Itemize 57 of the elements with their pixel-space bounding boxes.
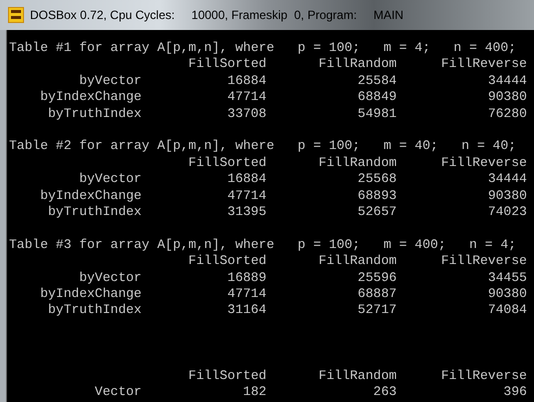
table-cell-text: 68887	[356, 286, 397, 302]
row-label: byTruthIndex	[46, 204, 142, 220]
row-label: byVector	[78, 171, 142, 188]
table-cell-text: 68849	[356, 89, 397, 106]
column-header: FillReverse	[440, 368, 527, 384]
table-cell-text: 263	[372, 384, 397, 401]
table-cell-text: 33708	[226, 106, 266, 122]
column-header: FillReverse	[440, 154, 527, 172]
table-heading: Table #1 for array A[p,m,n], where p = 100; m = 4; n = 400;	[9, 40, 516, 56]
column-header: FillRandom	[318, 56, 397, 73]
row-label: byIndexChange	[39, 89, 142, 106]
table-cell-text: 16889	[226, 270, 266, 286]
table-cell-text: 90380	[486, 188, 527, 204]
table-cell-text: 34444	[486, 171, 527, 188]
column-header: FillSorted	[187, 253, 266, 270]
column-header: FillReverse	[440, 56, 527, 73]
column-header: FillRandom	[318, 253, 397, 270]
table-cell-text: 74023	[486, 204, 527, 220]
table-cell-text: 34455	[486, 270, 527, 286]
table-cell-text: 34444	[486, 72, 527, 90]
window-title: DOSBox 0.72, Cpu Cycles: 10000, Frameskip 0, Program: MAIN	[30, 8, 404, 22]
row-label: byIndexChange	[39, 188, 142, 204]
table-cell-text: 47714	[226, 286, 266, 302]
table-cell-text: 54981	[356, 106, 397, 122]
column-header: FillRandom	[318, 154, 397, 172]
table-cell-text: 16884	[226, 72, 266, 90]
table-cell-text: 182	[242, 384, 266, 401]
table-cell-text: 90380	[486, 286, 527, 302]
row-label: Vector	[94, 384, 142, 401]
dosbox-logo-icon	[8, 7, 24, 23]
table-heading: Table #3 for array A[p,m,n], where p = 100; m = 400; n = 4;	[9, 236, 516, 254]
table-cell-text: 31164	[226, 302, 266, 319]
column-header: FillSorted	[187, 154, 266, 172]
table-cell-text: 74084	[486, 302, 527, 319]
table-cell-text: 396	[502, 384, 527, 401]
table-cell-text: 76280	[486, 106, 527, 122]
table-cell-text: 16884	[226, 171, 266, 188]
column-header: FillSorted	[187, 368, 266, 384]
table-cell-text: 31395	[226, 204, 266, 220]
row-label: byTruthIndex	[46, 302, 142, 319]
table-cell-text: 47714	[226, 89, 266, 106]
table-cell-text: 25596	[356, 270, 397, 286]
table-cell-text: 25568	[356, 171, 397, 188]
table-cell-text: 52717	[356, 302, 397, 319]
table-cell-text: 90380	[486, 89, 527, 106]
column-header: FillSorted	[187, 56, 266, 73]
row-label: byVector	[78, 270, 142, 286]
row-label: byIndexChange	[39, 286, 142, 302]
row-label: byVector	[78, 72, 142, 90]
table-cell-text: 68893	[356, 188, 397, 204]
table-cell-text: 25584	[356, 72, 397, 90]
row-label: byTruthIndex	[46, 106, 142, 122]
table-cell-text: 52657	[356, 204, 397, 220]
table-heading: Table #2 for array A[p,m,n], where p = 100; m = 40; n = 40;	[9, 138, 516, 155]
column-header: FillReverse	[440, 253, 527, 270]
column-header: FillRandom	[318, 368, 397, 384]
table-cell-text: 47714	[226, 188, 266, 204]
